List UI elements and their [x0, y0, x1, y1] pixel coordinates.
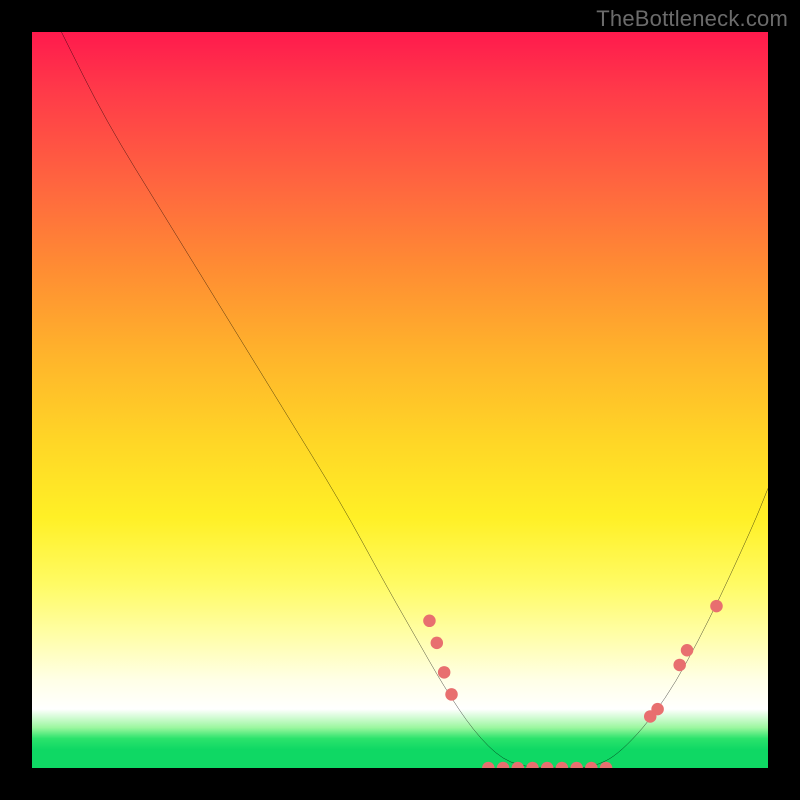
plot-area: [32, 32, 768, 768]
point-left-cluster-c: [438, 666, 451, 679]
attribution-label: TheBottleneck.com: [596, 6, 788, 32]
point-floor-c: [512, 762, 525, 768]
point-floor-d: [526, 762, 539, 768]
bottleneck-curve: [61, 32, 768, 768]
point-left-cluster-b: [431, 637, 444, 650]
point-right-cluster-d: [681, 644, 694, 657]
data-points: [423, 600, 723, 768]
point-floor-b: [497, 762, 510, 768]
point-floor-e: [541, 762, 554, 768]
chart-svg: [32, 32, 768, 768]
point-right-cluster-b: [651, 703, 664, 716]
chart-stage: TheBottleneck.com: [0, 0, 800, 800]
point-left-cluster-a: [423, 615, 436, 628]
point-right-cluster-c: [673, 659, 686, 672]
point-left-cluster-d: [445, 688, 458, 701]
point-floor-h: [585, 762, 598, 768]
point-floor-f: [556, 762, 569, 768]
point-floor-g: [570, 762, 583, 768]
point-floor-a: [482, 762, 495, 768]
point-right-outlier: [710, 600, 723, 613]
